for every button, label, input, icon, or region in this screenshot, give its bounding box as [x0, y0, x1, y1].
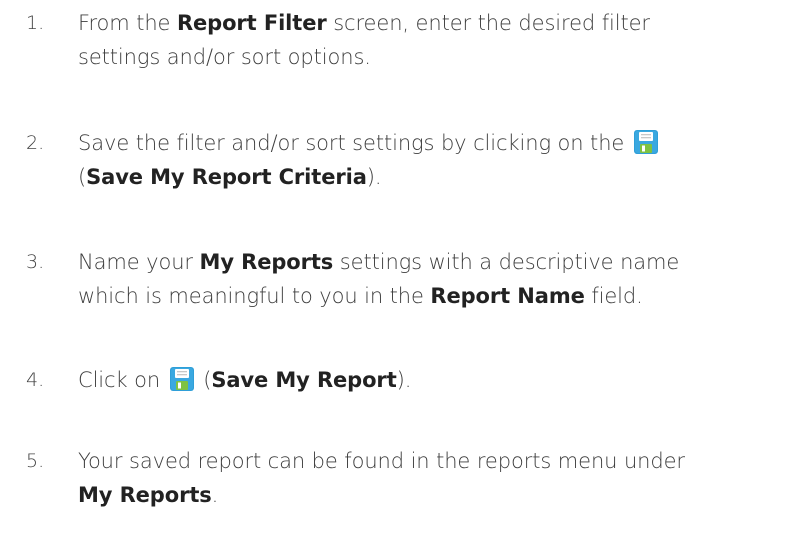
- step-text: Name your My Reports settings with a des…: [78, 245, 768, 313]
- step-text-part: Your saved report can be found in the re…: [78, 449, 685, 473]
- step-text: From the Report Filter screen, enter the…: [78, 6, 768, 74]
- step-number: 1.: [26, 12, 45, 34]
- step-text-part: which is meaningful to you in the: [78, 284, 431, 308]
- floppy-disk-save-icon: [169, 366, 195, 392]
- step-number: 2.: [26, 132, 45, 154]
- step-text-part: settings with a descriptive name: [333, 250, 680, 274]
- save-my-report-criteria-label: Save My Report Criteria: [86, 165, 367, 189]
- step-text: Save the filter and/or sort settings by …: [78, 126, 768, 194]
- step-text: Click on (Save My Report).: [78, 363, 768, 397]
- report-name-label: Report Name: [430, 284, 585, 308]
- my-reports-label: My Reports: [199, 250, 334, 274]
- step-text: Your saved report can be found in the re…: [78, 444, 768, 512]
- step-text-part: Name your: [78, 250, 200, 274]
- step-text-part: screen, enter the desired filter: [326, 11, 650, 35]
- save-my-report-label: Save My Report: [211, 368, 397, 392]
- report-filter-label: Report Filter: [176, 11, 327, 35]
- step-text-part: Save the filter and/or sort settings by …: [78, 131, 625, 155]
- step-text-part: Click on: [78, 368, 161, 392]
- step-text-part: settings and/or sort options.: [78, 45, 371, 69]
- instruction-list: 1. From the Report Filter screen, enter …: [0, 0, 806, 540]
- step-text-part: (: [78, 165, 87, 189]
- step-text-part: field.: [584, 284, 643, 308]
- step-number: 3.: [26, 251, 45, 273]
- step-number: 5.: [26, 450, 45, 472]
- my-reports-label: My Reports: [78, 483, 212, 507]
- step-text-part: From the: [78, 11, 177, 35]
- floppy-disk-save-icon: [633, 129, 659, 155]
- step-number: 4.: [26, 369, 45, 391]
- step-text-part: ).: [366, 165, 382, 189]
- step-text-part: .: [211, 483, 219, 507]
- step-text-part: ).: [396, 368, 412, 392]
